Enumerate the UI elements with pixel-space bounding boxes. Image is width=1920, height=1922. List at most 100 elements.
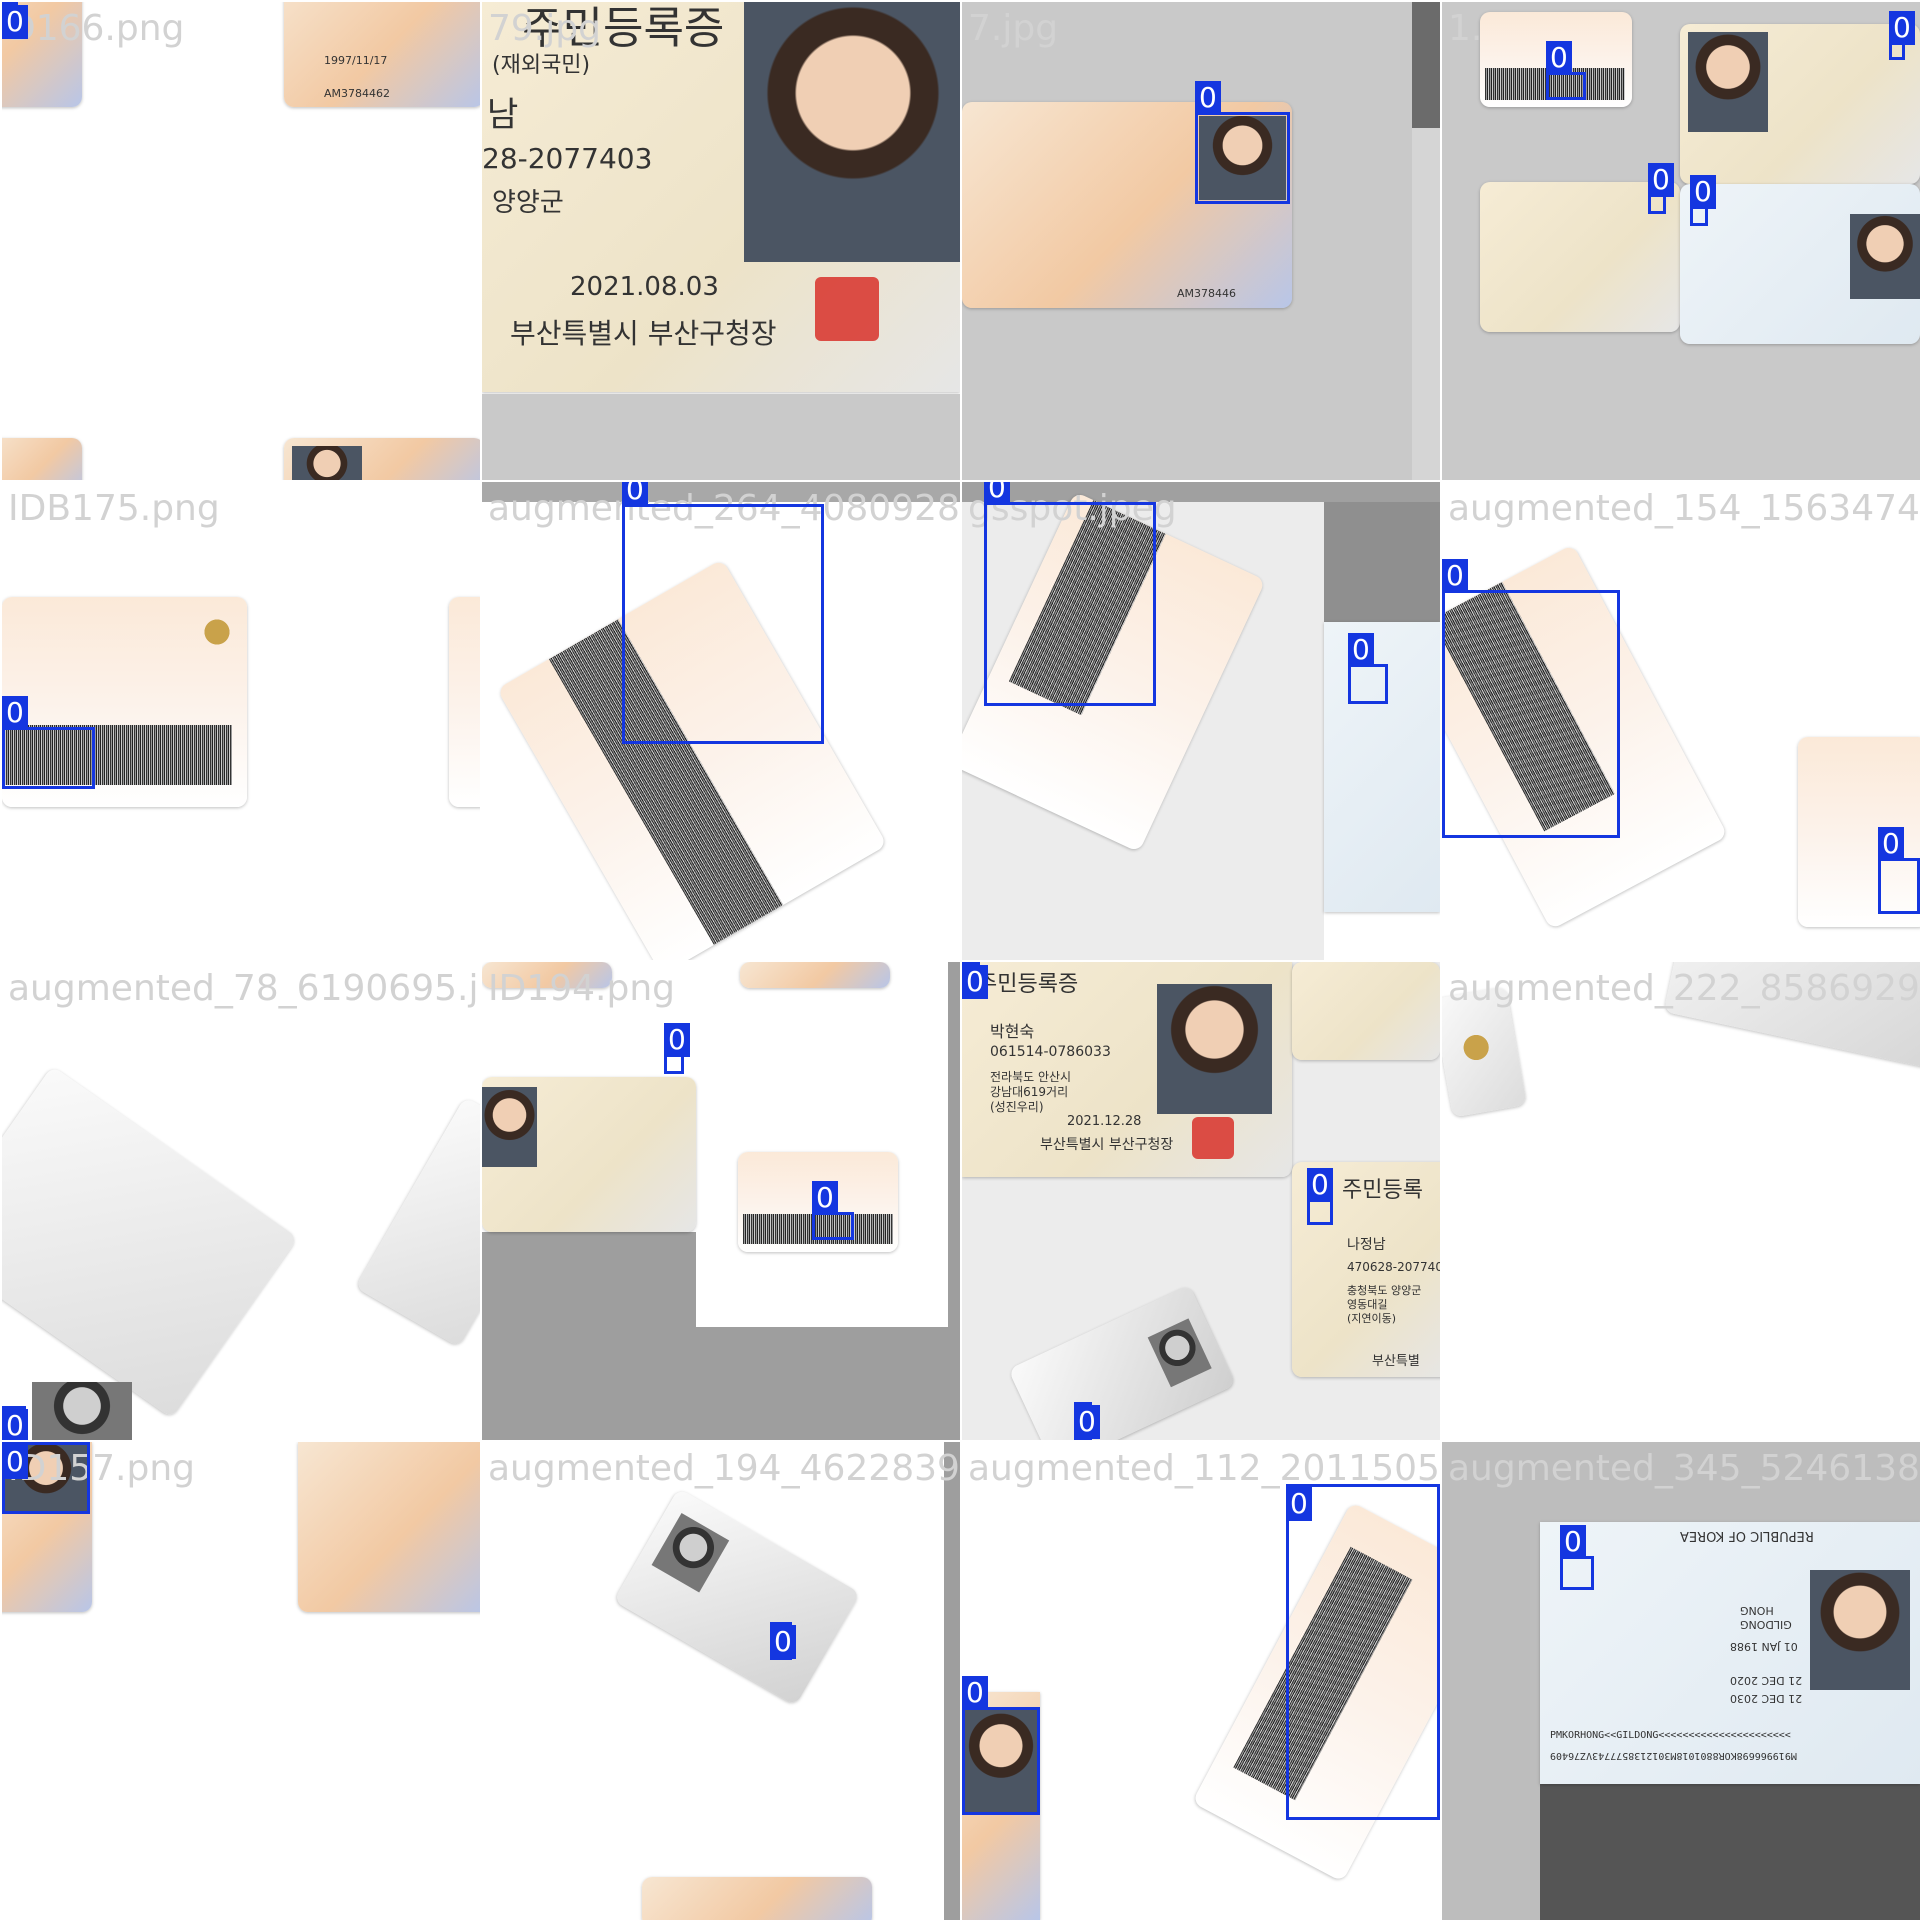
card-title: 주민등록증 bbox=[977, 972, 1079, 997]
portrait-photo bbox=[482, 1087, 537, 1167]
tile-filename: augmented_112_2011505.jpeg bbox=[968, 1448, 1440, 1489]
detection-box: 0 bbox=[962, 962, 988, 999]
egypt-id-card bbox=[284, 438, 480, 480]
rotated-id-card bbox=[355, 1096, 480, 1348]
portrait-photo bbox=[32, 1382, 132, 1440]
detection-box: 0 bbox=[1286, 1484, 1440, 1820]
tile-filename: augmented_194_4622839.jpeg bbox=[488, 1448, 960, 1489]
mosaic-tile-12: augmented_222_8586929.jpg bbox=[1440, 960, 1920, 1442]
tile-filename: 1. bbox=[1448, 8, 1483, 49]
class-label: 0 bbox=[1648, 163, 1674, 197]
passport-header: REPUBLIC OF KOREA bbox=[1680, 1528, 1814, 1543]
class-label: 0 bbox=[664, 1023, 690, 1057]
egypt-id-card bbox=[642, 1877, 872, 1920]
card-name: 박현숙 bbox=[990, 1022, 1035, 1041]
detection-box: 0 bbox=[2, 1406, 28, 1440]
tile-filename: 7.jpg bbox=[968, 8, 1059, 49]
class-label: 0 bbox=[2, 5, 28, 39]
passport-date: 01 JAN 1988 bbox=[1730, 1640, 1798, 1653]
card-address: (지연이동) bbox=[1347, 1312, 1397, 1325]
class-label: 0 bbox=[770, 1625, 796, 1659]
detection-box: 0 bbox=[1878, 827, 1920, 914]
detection-box: 0 bbox=[1348, 633, 1388, 704]
padding-region bbox=[482, 394, 960, 480]
portrait-photo bbox=[1810, 1570, 1910, 1690]
class-label: 0 bbox=[2, 1409, 28, 1440]
mosaic-tile-13: ID157.png 0 bbox=[0, 1440, 482, 1922]
rotated-id-card bbox=[2, 1065, 298, 1419]
detection-box: 0 bbox=[622, 482, 824, 744]
passport-mrz: M919966698KOR8801018M3012138577743VZ7640… bbox=[1550, 1750, 1797, 1761]
portrait-photo bbox=[744, 2, 960, 262]
passport-name: GILDONG bbox=[1740, 1618, 1792, 1631]
tile-filename: augmented_154_1563474.jpg bbox=[1448, 488, 1920, 529]
padding-region bbox=[1412, 128, 1440, 480]
mosaic-tile-11: 주민등록증 박현숙 061514-0786033 전라북도 안산시 강남대619… bbox=[960, 960, 1442, 1442]
korean-id-card bbox=[482, 1077, 696, 1232]
passport-mrz: PMKORHONG<<GILDONG<<<<<<<<<<<<<<<<<<<<<< bbox=[1550, 1730, 1791, 1741]
detection-box: 0 bbox=[1307, 1168, 1333, 1225]
korean-id-card bbox=[1292, 962, 1440, 1060]
class-label: 0 bbox=[984, 482, 1010, 505]
tile-filename: augmented_222_8586929.jpg bbox=[1448, 968, 1920, 1009]
detection-box: 0 bbox=[1195, 81, 1290, 204]
card-date: 2021.12.28 bbox=[1067, 1114, 1142, 1129]
passport-name: HONG bbox=[1740, 1604, 1774, 1617]
card-issuer: 부산특별시 부산구청장 bbox=[1040, 1137, 1174, 1153]
portrait-photo bbox=[1147, 1318, 1212, 1388]
mosaic-tile-5: IDB175.png 0 bbox=[0, 480, 482, 962]
detection-box: 0 bbox=[2, 696, 95, 789]
detection-box: 0 bbox=[984, 482, 1156, 706]
detection-box: 0 bbox=[770, 1622, 796, 1660]
passport-page bbox=[1680, 184, 1920, 344]
detection-box: 0 bbox=[1560, 1525, 1594, 1590]
egypt-id-card bbox=[2, 438, 82, 480]
mosaic-tile-14: augmented_194_4622839.jpeg 0 bbox=[480, 1440, 962, 1922]
class-label: 0 bbox=[1878, 827, 1904, 861]
class-label: 0 bbox=[1195, 81, 1221, 115]
card-address: 양양군 bbox=[492, 188, 564, 218]
class-label: 0 bbox=[812, 1181, 838, 1215]
card-address: (성진우리) bbox=[990, 1100, 1044, 1114]
detection-box: 0 bbox=[664, 1023, 690, 1074]
tile-filename: augmented_78_6190695.jpeg bbox=[8, 968, 480, 1009]
card-title: 주민등록 bbox=[1342, 1178, 1423, 1203]
mosaic-tile-6: augmented_264_4080928.jpeg 0 bbox=[480, 480, 962, 962]
tile-filename: D166.png bbox=[8, 8, 185, 49]
class-label: 0 bbox=[1074, 1405, 1100, 1439]
detection-box: 0 bbox=[962, 1676, 1040, 1815]
korean-id-card bbox=[1680, 24, 1920, 184]
tile-filename: IDB175.png bbox=[8, 488, 220, 529]
mosaic-tile-16: REPUBLIC OF KOREA HONG GILDONG 01 JAN 19… bbox=[1440, 1440, 1920, 1922]
class-label: 0 bbox=[1889, 11, 1915, 45]
portrait-photo bbox=[292, 446, 362, 480]
detection-box: 0 bbox=[1442, 559, 1620, 838]
mosaic-tile-10: ID194.png 0 0 bbox=[480, 960, 962, 1442]
mosaic-tile-8: augmented_154_1563474.jpg 0 0 bbox=[1440, 480, 1920, 962]
padding-region bbox=[948, 962, 960, 1440]
card-id-number: 470628-207740 bbox=[1347, 1260, 1442, 1274]
card-name: 남 bbox=[487, 95, 519, 135]
detection-box: 0 bbox=[812, 1181, 854, 1240]
class-label: 0 bbox=[1307, 1168, 1333, 1202]
eagle-emblem bbox=[1447, 1018, 1506, 1077]
tile-filename: augmented_345_5246138.jpg bbox=[1448, 1448, 1920, 1489]
detection-box: 0 bbox=[1546, 41, 1586, 100]
mosaic-tile-4: 1. 0 0 0 0 bbox=[1440, 0, 1920, 482]
class-label: 0 bbox=[1442, 559, 1468, 593]
eagle-emblem bbox=[192, 607, 242, 657]
egypt-id-card: 1997/11/17 AM3784462 bbox=[284, 2, 480, 107]
detection-box: 0 bbox=[1648, 163, 1674, 214]
passport-page: REPUBLIC OF KOREA HONG GILDONG 01 JAN 19… bbox=[1540, 1522, 1920, 1784]
tile-filename: ID194.png bbox=[488, 968, 676, 1009]
padding-region bbox=[1540, 1782, 1920, 1920]
passport-date: 21 DEC 2030 bbox=[1730, 1692, 1803, 1705]
portrait-photo bbox=[1850, 214, 1920, 299]
padding-region bbox=[696, 962, 960, 1327]
card-issuer: 부산특별 bbox=[1372, 1354, 1420, 1369]
detection-box: 0 bbox=[2, 1442, 90, 1514]
class-label: 0 bbox=[2, 696, 28, 730]
class-label: 0 bbox=[1348, 633, 1374, 667]
card-serial: AM378446 bbox=[1177, 287, 1237, 300]
class-label: 0 bbox=[1286, 1487, 1312, 1521]
